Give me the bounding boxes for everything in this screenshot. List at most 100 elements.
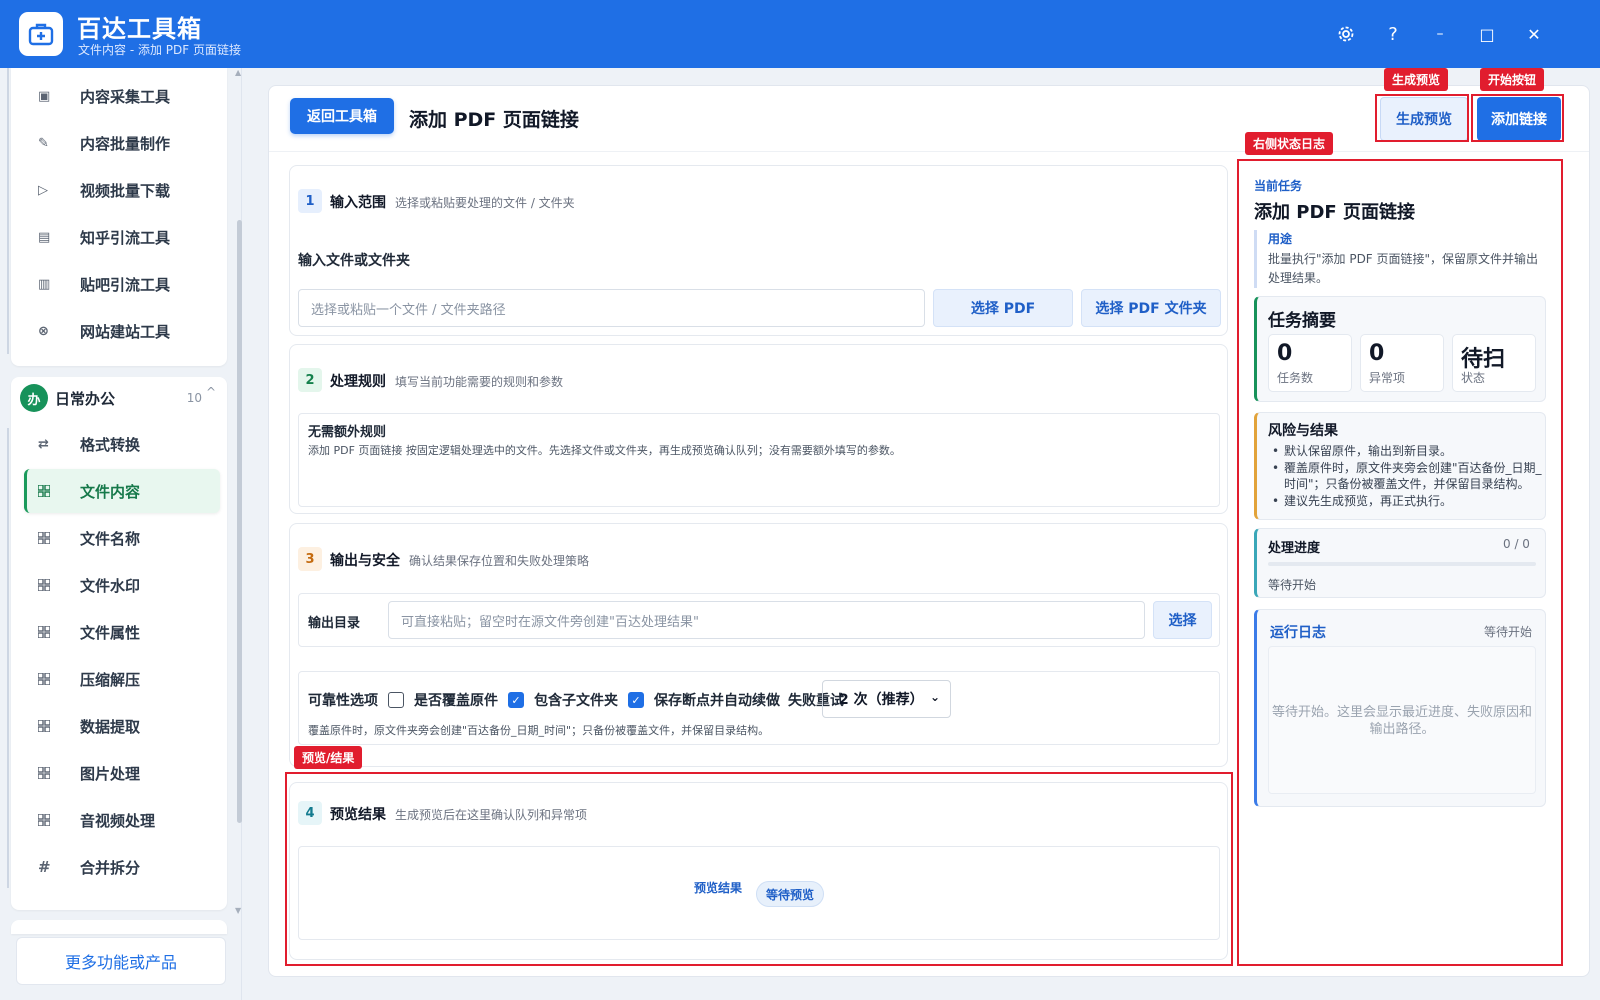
section-title: 预览结果 <box>330 807 386 823</box>
sidebar-group-office[interactable]: 办 日常办公 10 ^ <box>20 380 220 416</box>
section-title: 输入范围 <box>330 195 386 211</box>
group-title: 日常办公 <box>55 389 116 408</box>
overwrite-checkbox[interactable] <box>388 692 404 708</box>
app-subtitle: 文件内容 - 添加 PDF 页面链接 <box>78 43 241 57</box>
choose-output-dir-button[interactable]: 选择 <box>1153 601 1212 639</box>
collapse-caret-icon[interactable]: ^ <box>206 385 216 399</box>
scroll-down-icon[interactable]: ▼ <box>235 906 241 915</box>
progress-title: 处理进度 <box>1268 541 1321 556</box>
stat-status: 待扫 状态 <box>1452 334 1536 392</box>
sidebar-item-label: 图片处理 <box>80 764 141 783</box>
sidebar-item-label: 音视频处理 <box>80 811 156 830</box>
rules-box <box>298 413 1220 507</box>
sidebar-item-format-convert[interactable]: ⇄ 格式转换 <box>24 422 220 466</box>
chevron-down-icon: ⌄ <box>929 690 940 704</box>
sidebar-item-file-attributes[interactable]: 文件属性 <box>24 610 220 654</box>
add-link-start-button[interactable]: 添加链接 <box>1477 97 1561 141</box>
sidebar-item-label: 数据提取 <box>80 717 141 736</box>
usage-text: 批量执行"添加 PDF 页面链接"，保留原文件并输出处理结果。 <box>1268 252 1539 285</box>
resume-label: 保存断点并自动续做 <box>654 693 780 709</box>
current-task-kicker: 当前任务 <box>1254 179 1303 193</box>
progress-count: 0 / 0 <box>1503 537 1530 551</box>
sidebar-item-label: 格式转换 <box>80 435 141 454</box>
app-logo-icon <box>19 12 63 56</box>
grid-icon <box>38 532 68 544</box>
sidebar-item-label: 压缩解压 <box>80 670 141 689</box>
sidebar-item-tieba[interactable]: ▥ 贴吧引流工具 <box>24 262 220 306</box>
sidebar-item-label: 内容批量制作 <box>80 134 171 153</box>
preview-status-chip: 等待预览 <box>756 881 824 907</box>
section-number: 4 <box>298 801 322 825</box>
hash-icon: # <box>38 858 51 876</box>
section-desc: 选择或粘贴要处理的文件 / 文件夹 <box>395 196 575 210</box>
grid-icon <box>38 579 68 591</box>
sidebar-item-website[interactable]: ⊗ 网站建站工具 <box>24 309 220 353</box>
sidebar-item-label: 贴吧引流工具 <box>80 275 171 294</box>
swap-icon: ⇄ <box>38 436 49 452</box>
annotation-tag-right-log: 右侧状态日志 <box>1245 132 1334 155</box>
more-products-button[interactable]: 更多功能或产品 <box>16 937 226 985</box>
header-divider <box>269 151 1589 152</box>
subfolders-checkbox[interactable]: ✓ <box>508 692 524 708</box>
sidebar-item-zhihu[interactable]: ▤ 知乎引流工具 <box>24 215 220 259</box>
output-dir-field[interactable]: 可直接粘贴；留空时在源文件旁创建"百达处理结果" <box>388 601 1145 639</box>
sidebar-item-merge-split[interactable]: # 合并拆分 <box>24 845 220 889</box>
group-count: 10 <box>186 391 202 405</box>
select-pdf-folder-button[interactable]: 选择 PDF 文件夹 <box>1081 289 1221 327</box>
annotation-tag-start-button: 开始按钮 <box>1480 68 1545 91</box>
section-number: 1 <box>298 189 322 213</box>
sidebar-item-label: 内容采集工具 <box>80 87 171 106</box>
section-desc: 生成预览后在这里确认队列和异常项 <box>395 808 588 822</box>
tieba-icon: ▥ <box>38 276 51 292</box>
sidebar-item-file-watermark[interactable]: 文件水印 <box>24 563 220 607</box>
sidebar-item-file-name[interactable]: 文件名称 <box>24 516 220 560</box>
sidebar-scrollbar[interactable] <box>237 220 242 823</box>
title-bar: 百达工具箱 文件内容 - 添加 PDF 页面链接 ? – □ ✕ <box>0 0 1600 68</box>
risk-title: 风险与结果 <box>1268 423 1338 439</box>
output-dir-label: 输出目录 <box>308 616 361 631</box>
help-button[interactable]: ? <box>1377 18 1409 50</box>
maximize-button[interactable]: □ <box>1471 18 1503 50</box>
sidebar-item-file-content[interactable]: 文件内容 <box>24 469 220 513</box>
usage-title: 用途 <box>1268 232 1293 246</box>
sidebar-rail <box>7 428 9 888</box>
close-button[interactable]: ✕ <box>1518 18 1550 50</box>
settings-gear-icon[interactable] <box>1330 18 1362 50</box>
overwrite-label: 是否覆盖原件 <box>414 693 498 709</box>
generate-preview-button[interactable]: 生成预览 <box>1380 97 1468 141</box>
sidebar-item-batch-make[interactable]: ✎ 内容批量制作 <box>24 121 220 165</box>
stat-value: 0 <box>1369 341 1385 366</box>
app-title: 百达工具箱 <box>77 15 202 43</box>
video-icon: ▷ <box>38 182 48 198</box>
sidebar-item-image[interactable]: 图片处理 <box>24 751 220 795</box>
sidebar-item-video-download[interactable]: ▷ 视频批量下载 <box>24 168 220 212</box>
task-summary-title: 任务摘要 <box>1268 311 1336 331</box>
overwrite-note: 覆盖原件时，原文件夹旁会创建"百达备份_日期_时间"；只备份被覆盖文件，并保留目… <box>308 724 770 737</box>
resume-checkbox[interactable]: ✓ <box>628 692 644 708</box>
current-task-title: 添加 PDF 页面链接 <box>1254 202 1415 223</box>
sidebar-item-audio-video[interactable]: 音视频处理 <box>24 798 220 842</box>
input-path-field[interactable]: 选择或粘贴一个文件 / 文件夹路径 <box>298 289 925 327</box>
rules-box-text: 添加 PDF 页面链接 按固定逻辑处理选中的文件。先选择文件或文件夹，再生成预览… <box>308 444 901 457</box>
select-pdf-button[interactable]: 选择 PDF <box>933 289 1073 327</box>
run-log-placeholder: 等待开始。这里会显示最近进度、失败原因和输出路径。 <box>1271 705 1532 737</box>
risk-item: 覆盖原件时，原文件夹旁会创建"百达备份_日期_时间"；只备份被覆盖文件，并保留目… <box>1268 460 1548 493</box>
minimize-button[interactable]: – <box>1424 18 1456 50</box>
pen-icon: ✎ <box>38 135 49 151</box>
scroll-up-icon[interactable]: ▲ <box>235 68 241 77</box>
sidebar-item-label: 视频批量下载 <box>80 181 171 200</box>
input-field-label: 输入文件或文件夹 <box>298 253 410 269</box>
sidebar-item-compress[interactable]: 压缩解压 <box>24 657 220 701</box>
section-title: 输出与安全 <box>330 553 400 569</box>
collect-icon: ▣ <box>38 88 51 104</box>
retry-count-select[interactable]: 2 次（推荐） ⌄ <box>822 680 951 718</box>
back-to-toolbox-button[interactable]: 返回工具箱 <box>290 98 394 134</box>
reliability-options-row: 可靠性选项 是否覆盖原件 ✓ 包含子文件夹 ✓ 保存断点并自动续做 失败重试 <box>308 689 848 711</box>
sidebar-item-data-extract[interactable]: 数据提取 <box>24 704 220 748</box>
sidebar-item-label: 文件名称 <box>80 529 141 548</box>
sidebar-item-content-collect[interactable]: ▣ 内容采集工具 <box>24 74 220 118</box>
progress-status: 等待开始 <box>1268 578 1317 592</box>
page-title: 添加 PDF 页面链接 <box>409 109 579 131</box>
sidebar-item-label: 合并拆分 <box>80 858 141 877</box>
preview-result-label: 预览结果 <box>694 881 743 895</box>
